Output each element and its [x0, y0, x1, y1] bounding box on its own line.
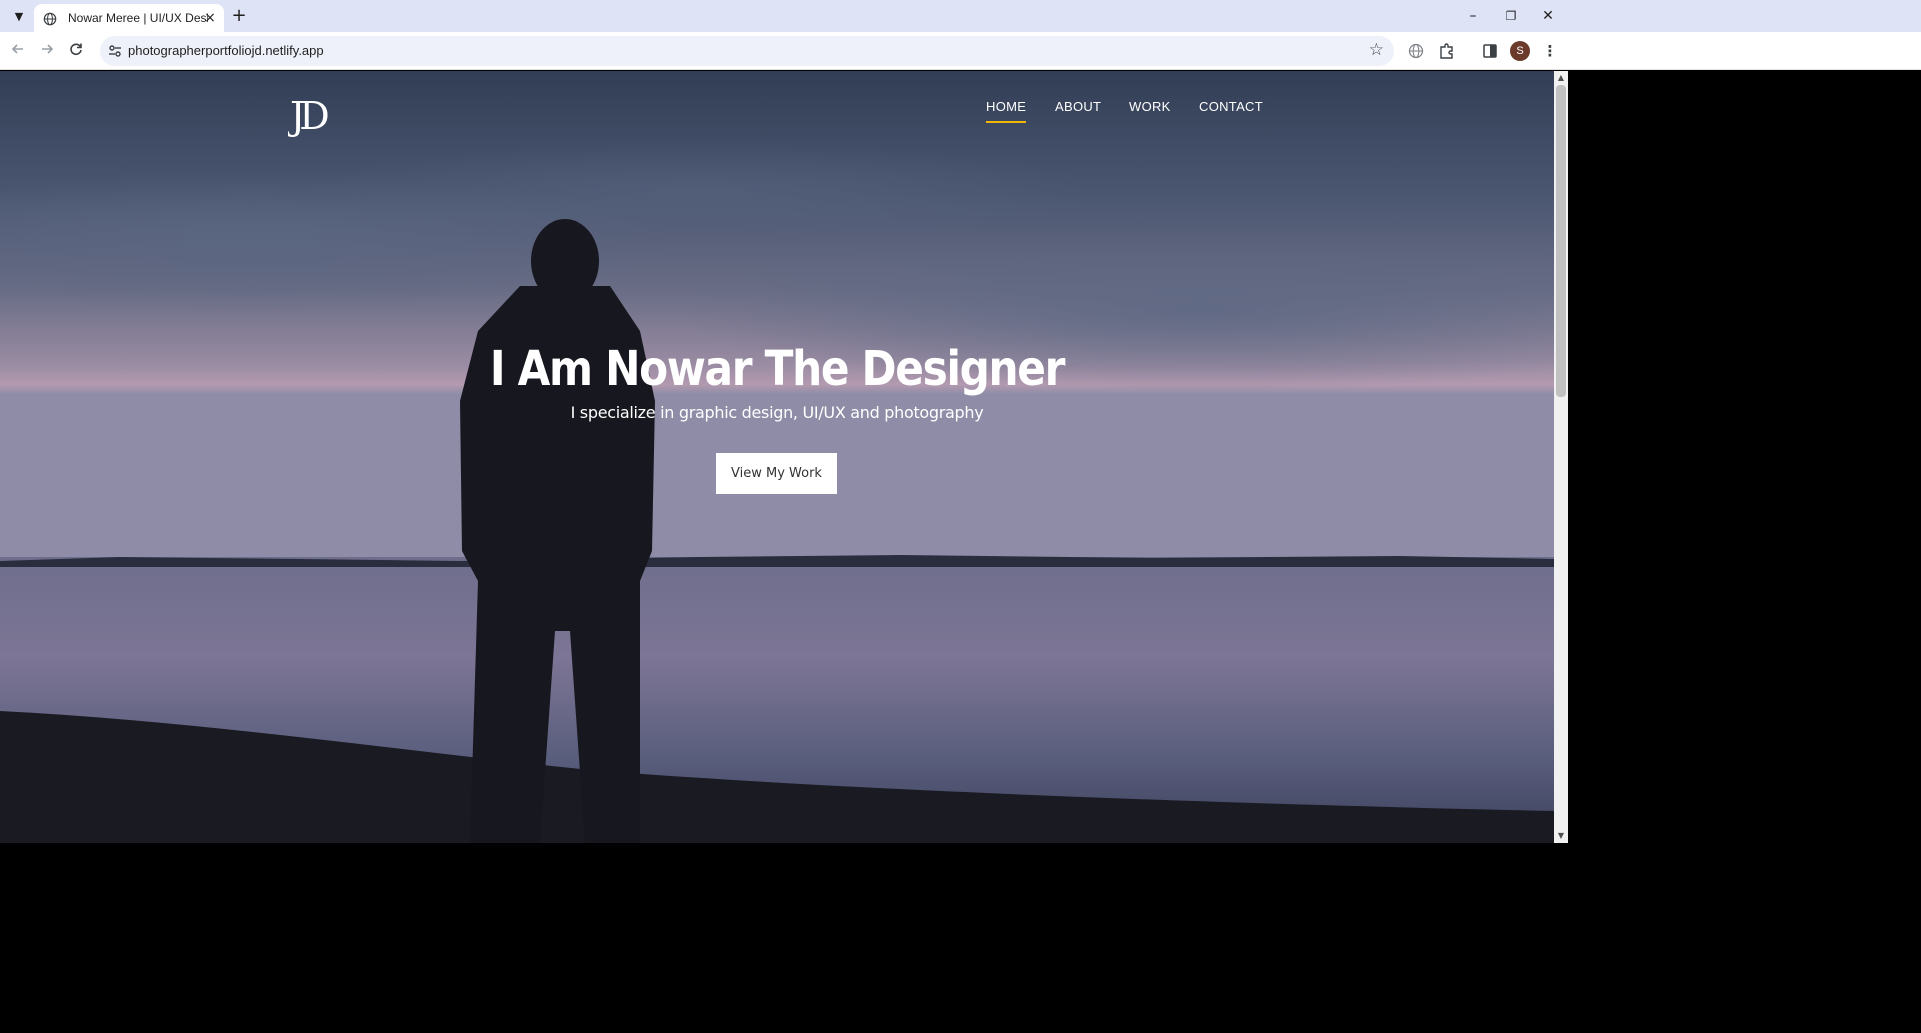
site-info-icon[interactable]	[107, 43, 123, 59]
nav-about[interactable]: ABOUT	[1055, 99, 1101, 114]
view-my-work-button[interactable]: View My Work	[716, 453, 837, 494]
logo-text: JD	[288, 94, 328, 137]
right-gutter	[1568, 71, 1921, 843]
nav-home[interactable]: HOME	[986, 99, 1027, 123]
browser-tab[interactable]: Nowar Meree | UI/UX Designer ×	[34, 4, 224, 32]
address-bar[interactable]: photographerportfoliojd.netlify.app ☆	[100, 36, 1394, 66]
bottom-strip	[0, 843, 1921, 1033]
new-tab-button[interactable]: +	[228, 5, 250, 27]
side-panel-icon[interactable]	[1480, 41, 1500, 61]
scroll-down-icon[interactable]: ▼	[1554, 829, 1568, 843]
tab-title: Nowar Meree | UI/UX Designer	[68, 11, 208, 25]
page-viewport: JD HOME ABOUT WORK CONTACT I Am Nowar Th…	[0, 71, 1554, 843]
scrollbar-thumb[interactable]	[1556, 85, 1566, 397]
extensions-puzzle-icon[interactable]	[1437, 41, 1457, 61]
nav-work[interactable]: WORK	[1129, 99, 1171, 114]
tab-strip: ▼ Nowar Meree | UI/UX Designer × + – ❐ ✕	[0, 0, 1921, 32]
more-menu-icon[interactable]: ⋮	[1540, 41, 1560, 61]
vertical-scrollbar[interactable]: ▲ ▼	[1554, 71, 1568, 843]
jd-logo[interactable]: JD	[288, 93, 346, 137]
scroll-up-icon[interactable]: ▲	[1554, 71, 1568, 85]
forward-arrow-icon[interactable]	[36, 40, 58, 62]
tab-search-chevron-icon[interactable]: ▼	[8, 7, 30, 27]
minimize-button[interactable]: –	[1455, 3, 1491, 29]
hero-title: I Am Nowar The Designer	[489, 341, 1066, 397]
url-text: photographerportfoliojd.netlify.app	[128, 43, 324, 58]
translate-globe-icon[interactable]	[1406, 41, 1426, 61]
close-tab-icon[interactable]: ×	[202, 10, 218, 26]
globe-icon	[43, 12, 57, 26]
browser-toolbar: photographerportfoliojd.netlify.app ☆ S …	[0, 32, 1921, 70]
close-window-button[interactable]: ✕	[1530, 3, 1566, 29]
back-arrow-icon[interactable]	[7, 40, 29, 62]
nav-contact[interactable]: CONTACT	[1199, 99, 1263, 114]
bookmark-star-icon[interactable]: ☆	[1369, 40, 1384, 60]
profile-avatar[interactable]: S	[1510, 41, 1530, 61]
hero-subtitle: I specialize in graphic design, UI/UX an…	[570, 403, 984, 422]
restore-button[interactable]: ❐	[1493, 3, 1529, 29]
reload-icon[interactable]	[65, 40, 87, 62]
